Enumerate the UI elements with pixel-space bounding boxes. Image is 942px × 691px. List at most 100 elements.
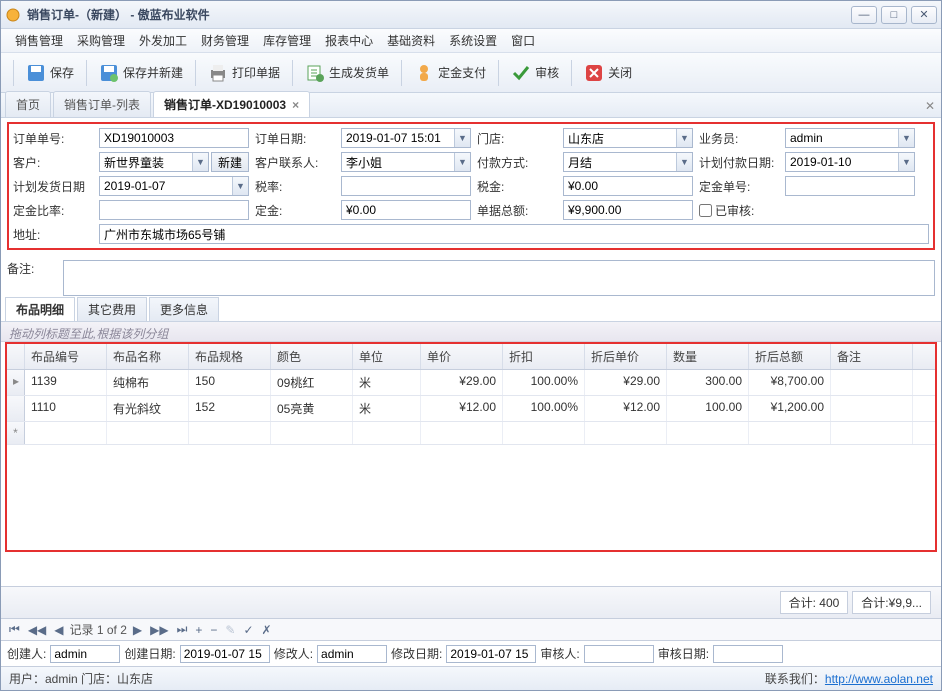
- maximize-button[interactable]: □: [881, 6, 907, 24]
- nav-next-page[interactable]: ▶▶: [148, 623, 170, 637]
- tax-label: 税金:: [477, 178, 557, 195]
- payment-select[interactable]: [563, 152, 693, 172]
- col-unit[interactable]: 单位: [353, 344, 421, 369]
- col-note[interactable]: 备注: [831, 344, 913, 369]
- col-name[interactable]: 布品名称: [107, 344, 189, 369]
- auditor-field: [584, 645, 654, 663]
- tab-current[interactable]: 销售订单-XD19010003×: [153, 91, 310, 117]
- new-row[interactable]: *: [7, 422, 935, 445]
- deposit-button[interactable]: 定金支付: [406, 59, 494, 87]
- tax-input[interactable]: [563, 176, 693, 196]
- table-row[interactable]: 1110有光斜纹15205亮黄米¥12.00100.00%¥12.00100.0…: [7, 396, 935, 422]
- contact-label: 客户联系人:: [255, 154, 335, 171]
- close-button[interactable]: 关闭: [576, 59, 640, 87]
- nav-edit[interactable]: ✎: [223, 623, 237, 637]
- address-input[interactable]: [99, 224, 929, 244]
- menu-base[interactable]: 基础资料: [381, 29, 441, 52]
- store-select[interactable]: [563, 128, 693, 148]
- delivery-icon: [305, 63, 325, 83]
- menu-purchase[interactable]: 采购管理: [71, 29, 131, 52]
- menu-sales[interactable]: 销售管理: [9, 29, 69, 52]
- nav-check[interactable]: ✓: [241, 623, 255, 637]
- order-date-input[interactable]: [341, 128, 471, 148]
- audited-label: 已审核:: [715, 202, 754, 219]
- order-no-input[interactable]: [99, 128, 249, 148]
- nav-cancel[interactable]: ✗: [260, 623, 274, 637]
- total-input[interactable]: [563, 200, 693, 220]
- order-date-label: 订单日期:: [255, 130, 335, 147]
- dropdown-icon[interactable]: ▼: [192, 153, 208, 171]
- col-amt[interactable]: 折后总额: [749, 344, 831, 369]
- deposit-input[interactable]: [341, 200, 471, 220]
- save-button[interactable]: 保存: [18, 59, 82, 87]
- menu-outsource[interactable]: 外发加工: [133, 29, 193, 52]
- menu-report[interactable]: 报表中心: [319, 29, 379, 52]
- store-label: 门店:: [477, 130, 557, 147]
- dropdown-icon[interactable]: ▼: [898, 129, 914, 147]
- tab-list[interactable]: 销售订单-列表: [53, 91, 151, 117]
- total-label: 单据总额:: [477, 202, 557, 219]
- grid-header: 布品编号 布品名称 布品规格 颜色 单位 单价 折扣 折后单价 数量 折后总额 …: [7, 344, 935, 370]
- dropdown-icon[interactable]: ▼: [676, 129, 692, 147]
- close-window-button[interactable]: ✕: [911, 6, 937, 24]
- col-spec[interactable]: 布品规格: [189, 344, 271, 369]
- nav-next[interactable]: ▶: [131, 623, 144, 637]
- group-panel[interactable]: 拖动列标题至此,根据该列分组: [1, 322, 941, 342]
- print-icon: [208, 63, 228, 83]
- creator-field: [50, 645, 120, 663]
- tab-other-fee[interactable]: 其它费用: [77, 297, 147, 321]
- detail-grid: 布品编号 布品名称 布品规格 颜色 单位 单价 折扣 折后单价 数量 折后总额 …: [1, 342, 941, 586]
- plan-pay-input[interactable]: [785, 152, 915, 172]
- col-qty[interactable]: 数量: [667, 344, 749, 369]
- new-customer-button[interactable]: 新建: [211, 152, 249, 172]
- nav-prev-page[interactable]: ◀◀: [26, 623, 48, 637]
- detail-tabs: 布品明细 其它费用 更多信息: [1, 298, 941, 322]
- nav-first[interactable]: ⏮: [7, 622, 22, 637]
- print-button[interactable]: 打印单据: [200, 59, 288, 87]
- dropdown-icon[interactable]: ▼: [898, 153, 914, 171]
- tax-rate-input[interactable]: [341, 176, 471, 196]
- deposit-rate-input[interactable]: [99, 200, 249, 220]
- grid-summary: 合计: 400 合计:¥9,9...: [1, 586, 941, 618]
- tab-close-icon[interactable]: ×: [292, 98, 299, 112]
- dropdown-icon[interactable]: ▼: [232, 177, 248, 195]
- website-link[interactable]: http://www.aolan.net: [825, 672, 933, 686]
- remark-input[interactable]: [63, 260, 935, 296]
- nav-last[interactable]: ⏭: [175, 622, 190, 637]
- deposit-no-input[interactable]: [785, 176, 915, 196]
- col-net[interactable]: 折后单价: [585, 344, 667, 369]
- minimize-button[interactable]: ―: [851, 6, 877, 24]
- sales-select[interactable]: [785, 128, 915, 148]
- table-row[interactable]: ▸1139纯棉布15009桃红米¥29.00100.00%¥29.00300.0…: [7, 370, 935, 396]
- dropdown-icon[interactable]: ▼: [454, 153, 470, 171]
- gen-delivery-button[interactable]: 生成发货单: [297, 59, 397, 87]
- dropdown-icon[interactable]: ▼: [454, 129, 470, 147]
- menu-stock[interactable]: 库存管理: [257, 29, 317, 52]
- tab-detail[interactable]: 布品明细: [5, 297, 75, 321]
- audit-button[interactable]: 审核: [503, 59, 567, 87]
- tabs-close-all-icon[interactable]: ✕: [925, 99, 935, 113]
- tab-home[interactable]: 首页: [5, 91, 51, 117]
- title-bar: 销售订单-（新建） - 傲蓝布业软件 ― □ ✕: [1, 1, 941, 29]
- dropdown-icon[interactable]: ▼: [676, 153, 692, 171]
- menu-finance[interactable]: 财务管理: [195, 29, 255, 52]
- nav-remove[interactable]: −: [208, 623, 219, 637]
- col-code[interactable]: 布品编号: [25, 344, 107, 369]
- tab-more-info[interactable]: 更多信息: [149, 297, 219, 321]
- menu-window[interactable]: 窗口: [505, 29, 541, 52]
- col-color[interactable]: 颜色: [271, 344, 353, 369]
- document-tabs: 首页 销售订单-列表 销售订单-XD19010003× ✕: [1, 93, 941, 118]
- audit-info: 创建人: 创建日期: 修改人: 修改日期: 审核人: 审核日期:: [1, 640, 941, 666]
- nav-prev[interactable]: ◀: [52, 623, 65, 637]
- mtime-field: [446, 645, 536, 663]
- plan-pay-label: 计划付款日期:: [699, 154, 779, 171]
- save-new-button[interactable]: 保存并新建: [91, 59, 191, 87]
- audited-checkbox[interactable]: [699, 204, 712, 217]
- deposit-no-label: 定金单号:: [699, 178, 779, 195]
- col-disc[interactable]: 折扣: [503, 344, 585, 369]
- col-price[interactable]: 单价: [421, 344, 503, 369]
- plan-ship-input[interactable]: [99, 176, 249, 196]
- menu-system[interactable]: 系统设置: [443, 29, 503, 52]
- contact-select[interactable]: [341, 152, 471, 172]
- nav-add[interactable]: +: [193, 623, 204, 637]
